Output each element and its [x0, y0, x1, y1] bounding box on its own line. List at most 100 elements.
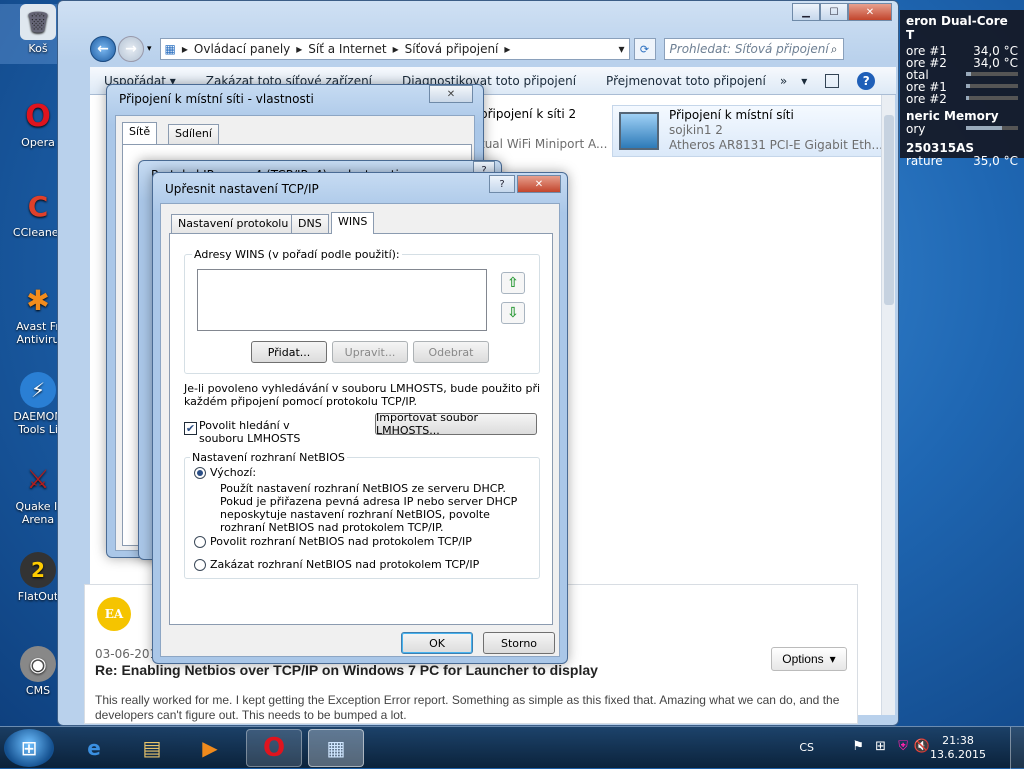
taskbar-media-player[interactable]: ▶: [182, 729, 238, 767]
recent-pages-chevron-icon[interactable]: ▾: [147, 44, 152, 54]
gadget-disk-title: 250315AS: [906, 141, 975, 155]
netbios-default-description: Použít nastavení rozhraní NetBIOS ze ser…: [220, 482, 518, 534]
netbios-enable-label[interactable]: Povolit rozhraní NetBIOS nad protokolem …: [210, 535, 472, 548]
opera-icon: O: [262, 733, 286, 763]
rename-button[interactable]: Přejmenovat toto připojení: [606, 74, 766, 88]
folder-icon: ▤: [142, 736, 162, 760]
post-body: This really worked for me. I kept gettin…: [95, 693, 840, 722]
flatout-icon: 2: [20, 552, 56, 588]
taskbar: ⊞ e ▤ ▶ O ▦ CS ⚑ ⊞ ⛨ 🔇 21:38 13.6.2015: [0, 726, 1024, 769]
tab-sharing[interactable]: Sdílení: [168, 124, 219, 144]
gadget-memory-title: neric Memory: [906, 109, 999, 123]
wifi-adapter: tual WiFi Miniport A...: [480, 137, 608, 151]
show-desktop-button[interactable]: [1010, 727, 1024, 769]
edit-wins-button[interactable]: Upravit...: [332, 341, 408, 363]
import-lmhosts-button[interactable]: Importovat soubor LMHOSTS...: [375, 411, 537, 437]
breadcrumb-network[interactable]: Síť a Internet: [308, 42, 386, 56]
ccleaner-icon: C: [27, 189, 49, 223]
taskbar-control-panel[interactable]: ▦: [308, 729, 364, 767]
connection-properties-close[interactable]: ✕: [429, 85, 473, 103]
view-options-icon[interactable]: ▾: [801, 74, 807, 88]
forward-arrow-icon[interactable]: →: [118, 36, 144, 62]
local-connection-network: sojkin1 2: [669, 123, 723, 137]
search-input[interactable]: Prohledat: Síťová připojení ⌕: [663, 38, 844, 60]
cms-icon: ◉: [20, 646, 56, 682]
breadcrumb-connections[interactable]: Síťová připojení: [405, 42, 499, 56]
gadget-temp-label: rature: [906, 154, 943, 168]
enable-lmhosts-label[interactable]: Povolit hledání v souboru LMHOSTS: [199, 419, 329, 445]
internet-explorer-icon: e: [87, 736, 101, 760]
netbios-group-label: Nastavení rozhraní NetBIOS: [190, 451, 347, 464]
tab-wins[interactable]: WINS: [331, 212, 375, 234]
gadget-memory-label: ory: [906, 122, 926, 136]
security-tray-icon[interactable]: ⛨: [898, 739, 908, 754]
taskbar-explorer[interactable]: ▤: [124, 729, 180, 767]
quake-icon: ⚔: [26, 465, 50, 495]
wins-addresses-label: Adresy WINS (v pořadí podle použití):: [192, 248, 402, 261]
advanced-tcpip-title: Upřesnit nastavení TCP/IP: [165, 182, 319, 196]
post-title[interactable]: Re: Enabling Netbios over TCP/IP on Wind…: [95, 662, 598, 678]
opera-icon: O: [25, 98, 51, 134]
vertical-scrollbar[interactable]: [881, 95, 895, 715]
clock[interactable]: 21:38 13.6.2015: [930, 734, 986, 762]
move-down-arrow-icon[interactable]: ⇩: [501, 302, 525, 324]
address-chevron-icon: ▸: [181, 42, 188, 56]
enable-lmhosts-checkbox[interactable]: ✔: [184, 422, 197, 435]
gadget-temp-value: 35,0 °C: [973, 154, 1018, 168]
ok-button[interactable]: OK: [401, 632, 473, 654]
scrollbar-thumb[interactable]: [884, 115, 894, 305]
back-arrow-icon[interactable]: ←: [90, 36, 116, 62]
more-commands-icon[interactable]: »: [780, 74, 787, 88]
network-adapter-icon: [619, 112, 659, 150]
netbios-disable-label[interactable]: Zakázat rozhraní NetBIOS nad protokolem …: [210, 558, 479, 571]
search-icon: ⌕: [830, 42, 838, 56]
tab-dns[interactable]: DNS: [291, 214, 329, 234]
connection-properties-title: Připojení k místní síti - vlastnosti: [119, 92, 314, 106]
local-connection-name: Připojení k místní síti: [669, 108, 794, 122]
network-item-wifi[interactable]: připojení k síti 2 tual WiFi Miniport A.…: [480, 107, 607, 152]
netbios-default-radio[interactable]: [194, 467, 206, 479]
tab-ip-settings[interactable]: Nastavení protokolu IP: [171, 214, 309, 234]
preview-pane-icon[interactable]: [825, 73, 840, 88]
advanced-help-button[interactable]: ?: [489, 175, 515, 193]
remove-wins-button[interactable]: Odebrat: [413, 341, 489, 363]
maximize-button[interactable]: ☐: [820, 3, 848, 21]
avast-icon: ✱: [26, 283, 50, 317]
taskbar-internet-explorer[interactable]: e: [66, 729, 122, 767]
tab-network[interactable]: Sítě: [122, 122, 158, 144]
cancel-button[interactable]: Storno: [483, 632, 555, 654]
minimize-button[interactable]: ▁: [792, 3, 820, 21]
refresh-icon[interactable]: ⟳: [633, 38, 656, 60]
options-button[interactable]: Options ▾: [771, 647, 847, 671]
network-item-local[interactable]: Připojení k místní síti sojkin1 2 Athero…: [612, 105, 892, 157]
help-icon[interactable]: ?: [857, 71, 876, 90]
lmhosts-description: Je-li povoleno vyhledávání v souboru LMH…: [184, 382, 541, 408]
clock-time: 21:38: [942, 734, 974, 747]
network-tray-icon[interactable]: ⊞: [875, 739, 886, 754]
gadget-cpu-title: eron Dual-Core T: [906, 14, 1008, 42]
breadcrumb-control-panel[interactable]: Ovládací panely: [194, 42, 290, 56]
options-dropdown-icon: ▾: [829, 652, 836, 666]
daemon-tools-icon: ⚡: [20, 372, 56, 408]
network-connections-icon: ▦: [326, 736, 346, 760]
clock-date: 13.6.2015: [930, 748, 986, 761]
start-button[interactable]: ⊞: [4, 729, 54, 767]
address-dropdown-icon[interactable]: ▾: [619, 42, 625, 56]
address-bar[interactable]: ▦ ▸ Ovládací panely ▸ Síť a Internet ▸ S…: [159, 38, 630, 60]
netbios-enable-radio[interactable]: [194, 536, 206, 548]
wins-tab-panel: Adresy WINS (v pořadí podle použití): ⇧ …: [169, 233, 553, 625]
control-panel-icon: ▦: [164, 42, 176, 56]
add-wins-button[interactable]: Přidat...: [251, 341, 327, 363]
language-indicator[interactable]: CS: [799, 741, 814, 754]
gadget-core2b-label: ore #2: [906, 92, 947, 106]
breadcrumb-separator-icon: ▸: [392, 42, 399, 56]
flag-icon[interactable]: ⚑: [852, 739, 864, 754]
wins-address-list[interactable]: [197, 269, 487, 331]
taskbar-opera[interactable]: O: [246, 729, 302, 767]
advanced-close-button[interactable]: ✕: [517, 175, 561, 193]
netbios-default-label[interactable]: Výchozí:: [210, 466, 256, 479]
volume-muted-icon[interactable]: 🔇: [914, 739, 930, 754]
close-button[interactable]: ✕: [848, 3, 892, 21]
netbios-disable-radio[interactable]: [194, 559, 206, 571]
move-up-arrow-icon[interactable]: ⇧: [501, 272, 525, 294]
